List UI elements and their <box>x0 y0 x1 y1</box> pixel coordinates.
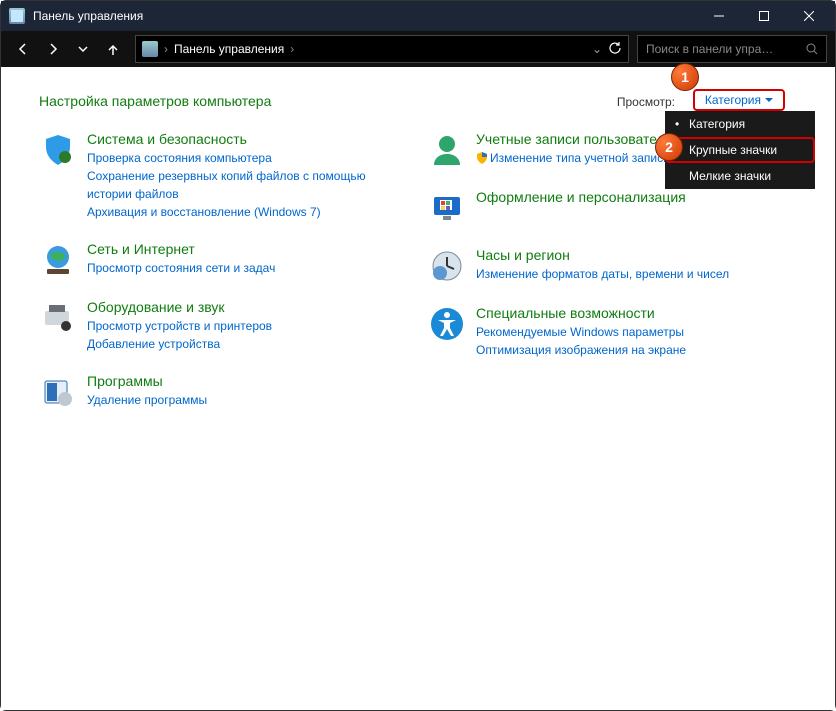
annotation-1: 1 <box>671 63 699 91</box>
up-button[interactable] <box>99 35 127 63</box>
globe-icon <box>39 241 77 279</box>
category-title[interactable]: Сеть и Интернет <box>87 241 408 257</box>
chevron-down-icon[interactable]: ⌄ <box>592 42 602 56</box>
category-link[interactable]: Проверка состояния компьютера <box>87 149 408 167</box>
programs-icon <box>39 373 77 411</box>
printer-icon <box>39 299 77 337</box>
nav-bar: › Панель управления › ⌄ Поиск в панели у… <box>1 31 835 67</box>
title-bar: Панель управления <box>1 1 835 31</box>
window-title: Панель управления <box>33 9 143 23</box>
category-clock-region: Часы и регион Изменение форматов даты, в… <box>428 247 797 285</box>
category-link[interactable]: Просмотр устройств и принтеров <box>87 317 408 335</box>
category-appearance: Оформление и персонализация <box>428 189 797 227</box>
clock-icon <box>428 247 466 285</box>
window-controls <box>696 1 831 31</box>
minimize-button[interactable] <box>696 1 741 31</box>
shield-icon <box>39 131 77 169</box>
close-button[interactable] <box>786 1 831 31</box>
back-button[interactable] <box>9 35 37 63</box>
category-link[interactable]: Просмотр состояния сети и задач <box>87 259 408 277</box>
category-programs: Программы Удаление программы <box>39 373 408 411</box>
view-label: Просмотр: <box>617 95 675 109</box>
left-column: Система и безопасность Проверка состояни… <box>39 131 408 431</box>
address-bar[interactable]: › Панель управления › ⌄ <box>135 35 629 63</box>
view-option-small-icons[interactable]: Мелкие значки <box>665 163 815 189</box>
recent-button[interactable] <box>69 35 97 63</box>
user-icon <box>428 131 466 169</box>
category-hardware: Оборудование и звук Просмотр устройств и… <box>39 299 408 353</box>
category-title[interactable]: Программы <box>87 373 408 389</box>
category-link[interactable]: Добавление устройства <box>87 335 408 353</box>
category-link[interactable]: Изменение форматов даты, времени и чисел <box>476 265 797 283</box>
search-icon <box>806 43 818 55</box>
maximize-button[interactable] <box>741 1 786 31</box>
category-title[interactable]: Оборудование и звук <box>87 299 408 315</box>
uac-shield-icon <box>476 152 488 164</box>
search-input[interactable]: Поиск в панели упра… <box>637 35 827 63</box>
view-option-large-icons[interactable]: Крупные значки <box>665 137 815 163</box>
monitor-icon <box>428 189 466 227</box>
view-current: Категория <box>705 93 761 107</box>
category-network: Сеть и Интернет Просмотр состояния сети … <box>39 241 408 279</box>
category-link[interactable]: Удаление программы <box>87 391 408 409</box>
chevron-right-icon: › <box>290 42 294 56</box>
category-title[interactable]: Специальные возможности <box>476 305 797 321</box>
chevron-right-icon: › <box>164 42 168 56</box>
category-link[interactable]: Оптимизация изображения на экране <box>476 341 797 359</box>
accessibility-icon <box>428 305 466 343</box>
address-icon <box>142 41 158 57</box>
search-placeholder: Поиск в панели упра… <box>646 42 806 56</box>
breadcrumb-root[interactable]: Панель управления <box>174 42 284 56</box>
page-heading: Настройка параметров компьютера <box>39 93 797 109</box>
category-accessibility: Специальные возможности Рекомендуемые Wi… <box>428 305 797 359</box>
category-title[interactable]: Система и безопасность <box>87 131 408 147</box>
view-dropdown[interactable]: Категория <box>693 89 785 111</box>
category-title[interactable]: Часы и регион <box>476 247 797 263</box>
control-panel-icon <box>9 8 25 24</box>
category-link[interactable]: Архивация и восстановление (Windows 7) <box>87 203 408 221</box>
category-link[interactable]: Сохранение резервных копий файлов с помо… <box>87 167 408 203</box>
annotation-2: 2 <box>655 133 683 161</box>
view-menu: Категория Крупные значки Мелкие значки <box>665 111 815 189</box>
category-system-security: Система и безопасность Проверка состояни… <box>39 131 408 221</box>
forward-button[interactable] <box>39 35 67 63</box>
category-title[interactable]: Оформление и персонализация <box>476 189 797 205</box>
refresh-button[interactable] <box>608 41 622 58</box>
content-area: 1 2 Настройка параметров компьютера Прос… <box>1 67 835 710</box>
view-option-category[interactable]: Категория <box>665 111 815 137</box>
category-link[interactable]: Рекомендуемые Windows параметры <box>476 323 797 341</box>
